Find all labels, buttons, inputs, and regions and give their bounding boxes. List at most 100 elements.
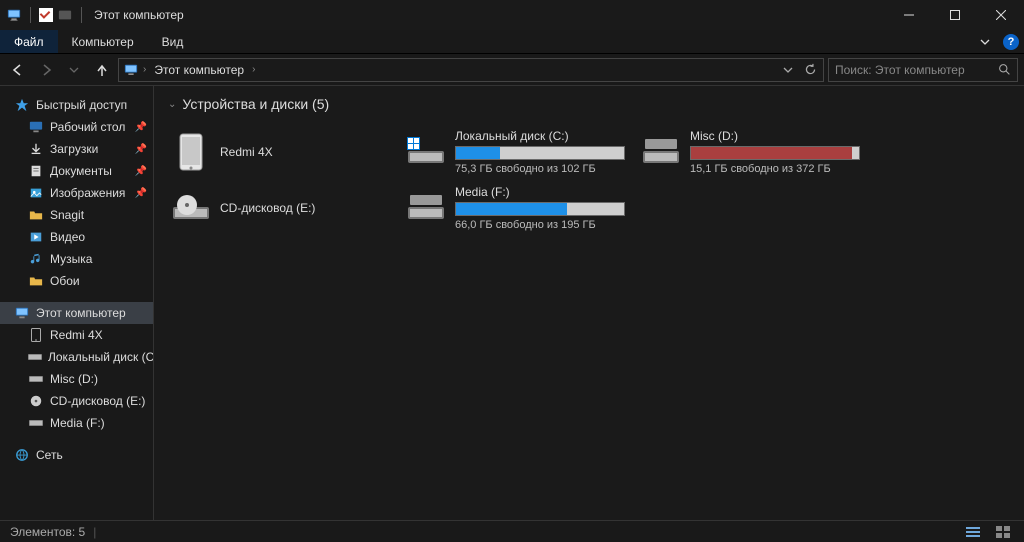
sidebar-item-pictures[interactable]: Изображения 📌 — [0, 182, 153, 204]
forward-button[interactable] — [34, 58, 58, 82]
recent-button[interactable] — [62, 58, 86, 82]
minimize-button[interactable] — [886, 0, 932, 30]
drive-capacity-bar — [455, 146, 625, 160]
disk-icon — [28, 371, 44, 387]
sidebar-item-disk-f[interactable]: Media (F:) — [0, 412, 153, 434]
folder-icon — [28, 273, 44, 289]
sidebar-thispc[interactable]: Этот компьютер — [0, 302, 153, 324]
qat-folder-icon[interactable] — [57, 7, 73, 23]
view-large-button[interactable] — [992, 523, 1014, 541]
divider-icon — [81, 7, 82, 23]
drive-name: Media (F:) — [455, 185, 625, 199]
downloads-icon — [28, 141, 44, 157]
cd-icon — [28, 393, 44, 409]
drive-name: Misc (D:) — [690, 129, 860, 143]
sidebar-item-documents[interactable]: Документы 📌 — [0, 160, 153, 182]
main-panel: ⌄ Устройства и диски (5) Redmi 4X Локаль… — [154, 86, 1024, 520]
sidebar-item-downloads[interactable]: Загрузки 📌 — [0, 138, 153, 160]
drive-name: CD-дисковод (E:) — [220, 201, 390, 215]
video-icon — [28, 229, 44, 245]
sidebar-network[interactable]: Сеть — [0, 444, 153, 466]
folder-icon — [28, 207, 44, 223]
sidebar-item-disk-d[interactable]: Misc (D:) — [0, 368, 153, 390]
qat-properties-icon[interactable] — [39, 8, 53, 22]
sidebar-quick-access[interactable]: Быстрый доступ — [0, 94, 153, 116]
pc-icon[interactable] — [6, 7, 22, 23]
addressbar-location[interactable]: Этот компьютер — [150, 63, 248, 77]
network-icon — [14, 447, 30, 463]
menu-view[interactable]: Вид — [148, 30, 198, 53]
pin-icon: 📌 — [135, 188, 147, 199]
sidebar-item-wallpapers[interactable]: Обои — [0, 270, 153, 292]
drive-item[interactable]: Redmi 4X — [168, 124, 403, 180]
close-button[interactable] — [978, 0, 1024, 30]
titlebar-quick-icons — [0, 7, 86, 23]
addressbar-dropdown-button[interactable] — [779, 61, 797, 79]
drive-capacity-bar — [455, 202, 625, 216]
help-icon: ? — [1003, 34, 1019, 50]
view-details-button[interactable] — [962, 523, 984, 541]
section-header[interactable]: ⌄ Устройства и диски (5) — [168, 96, 1010, 112]
sidebar: Быстрый доступ Рабочий стол 📌 Загрузки 📌… — [0, 86, 154, 520]
drive-name: Локальный диск (C:) — [455, 129, 625, 143]
desktop-icon — [28, 119, 44, 135]
chevron-right-icon[interactable]: › — [143, 64, 146, 75]
pc-icon — [14, 305, 30, 321]
up-button[interactable] — [90, 58, 114, 82]
window-title: Этот компьютер — [86, 8, 184, 22]
disk-icon — [28, 415, 44, 431]
drive-free-text: 66,0 ГБ свободно из 195 ГБ — [455, 219, 625, 231]
phone-icon — [28, 327, 44, 343]
pin-icon: 📌 — [135, 166, 147, 177]
pictures-icon — [28, 185, 44, 201]
disk-icon — [407, 189, 445, 227]
ribbon-expand-button[interactable] — [972, 30, 998, 53]
search-icon[interactable] — [998, 63, 1011, 76]
statusbar: Элементов: 5 | — [0, 520, 1024, 542]
sidebar-item-redmi[interactable]: Redmi 4X — [0, 324, 153, 346]
section-title: Устройства и диски (5) — [182, 96, 329, 112]
disk-icon — [28, 349, 42, 365]
sidebar-item-music[interactable]: Музыка — [0, 248, 153, 270]
drive-free-text: 75,3 ГБ свободно из 102 ГБ — [455, 163, 625, 175]
menubar: Файл Компьютер Вид ? — [0, 30, 1024, 54]
menu-computer[interactable]: Компьютер — [58, 30, 148, 53]
drive-name: Redmi 4X — [220, 145, 390, 159]
chevron-down-icon: ⌄ — [168, 99, 176, 110]
titlebar: Этот компьютер — [0, 0, 1024, 30]
documents-icon — [28, 163, 44, 179]
chevron-right-icon[interactable]: › — [252, 64, 255, 75]
music-icon — [28, 251, 44, 267]
phone-icon — [172, 133, 210, 171]
drive-item[interactable]: Media (F:) 66,0 ГБ свободно из 195 ГБ — [403, 180, 638, 236]
pin-icon: 📌 — [135, 122, 147, 133]
divider-icon — [30, 7, 31, 23]
navbar: › Этот компьютер › — [0, 54, 1024, 86]
drive-item[interactable]: Misc (D:) 15,1 ГБ свободно из 372 ГБ — [638, 124, 873, 180]
sidebar-item-cd[interactable]: CD-дисковод (E:) — [0, 390, 153, 412]
sidebar-item-video[interactable]: Видео — [0, 226, 153, 248]
help-button[interactable]: ? — [998, 30, 1024, 53]
status-count: Элементов: 5 — [10, 525, 85, 539]
sidebar-quick-label: Быстрый доступ — [36, 98, 127, 112]
drive-capacity-bar — [690, 146, 860, 160]
disk-win-icon — [407, 133, 445, 171]
sidebar-item-disk-c[interactable]: Локальный диск (C:) — [0, 346, 153, 368]
drive-free-text: 15,1 ГБ свободно из 372 ГБ — [690, 163, 860, 175]
sidebar-item-snagit[interactable]: Snagit — [0, 204, 153, 226]
searchbar[interactable] — [828, 58, 1018, 82]
menu-file[interactable]: Файл — [0, 30, 58, 53]
cd-icon — [172, 189, 210, 227]
addressbar[interactable]: › Этот компьютер › — [118, 58, 824, 82]
divider-icon: | — [93, 525, 96, 539]
maximize-button[interactable] — [932, 0, 978, 30]
disk-icon — [642, 133, 680, 171]
star-icon — [14, 97, 30, 113]
search-input[interactable] — [835, 63, 998, 77]
drive-item[interactable]: Локальный диск (C:) 75,3 ГБ свободно из … — [403, 124, 638, 180]
addressbar-pc-icon — [123, 62, 139, 78]
back-button[interactable] — [6, 58, 30, 82]
refresh-button[interactable] — [801, 61, 819, 79]
drive-item[interactable]: CD-дисковод (E:) — [168, 180, 403, 236]
sidebar-item-desktop[interactable]: Рабочий стол 📌 — [0, 116, 153, 138]
